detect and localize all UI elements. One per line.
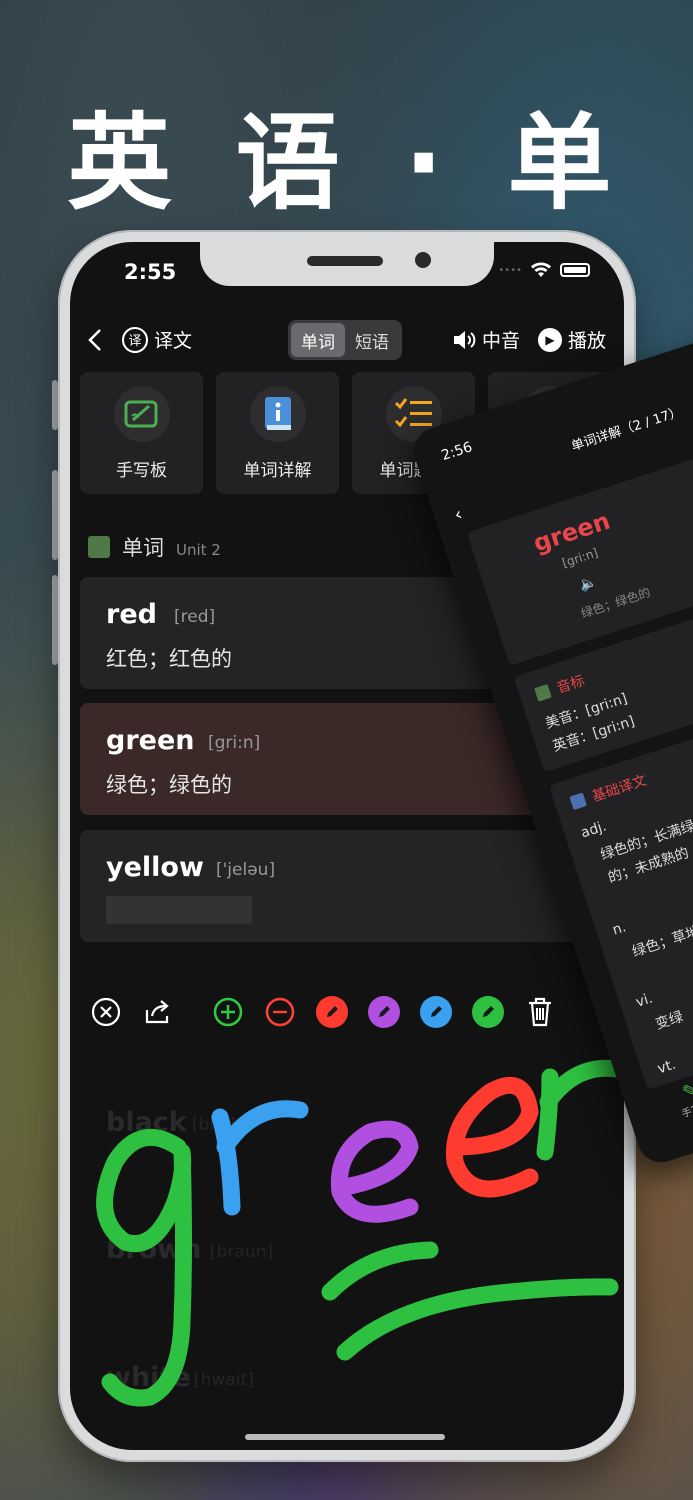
- detail-status-time: 2:56: [439, 439, 475, 465]
- section-marker: [569, 792, 588, 811]
- phonetic-section-title: 音标: [533, 670, 587, 704]
- detail-title: 单词详解（2 / 17）: [569, 404, 684, 455]
- pos-label: vt.: [655, 1056, 678, 1078]
- section-title: 音标: [555, 672, 587, 697]
- chevron-left-icon[interactable]: ‹: [452, 504, 465, 526]
- definition-line: 绿色；草地: [630, 923, 693, 961]
- basic-section-title: 基础译文: [568, 770, 649, 813]
- pos-label: n.: [610, 919, 629, 939]
- section-marker: [534, 684, 552, 702]
- pos-label: vi.: [633, 990, 655, 1011]
- home-indicator: [245, 1434, 445, 1440]
- pos-label: adj.: [578, 818, 609, 842]
- detail-word-header: green [gri:n] 🔈 绿色；绿色的: [466, 415, 693, 666]
- definition-line: 变绿: [653, 1008, 686, 1033]
- section-title: 基础译文: [590, 772, 649, 806]
